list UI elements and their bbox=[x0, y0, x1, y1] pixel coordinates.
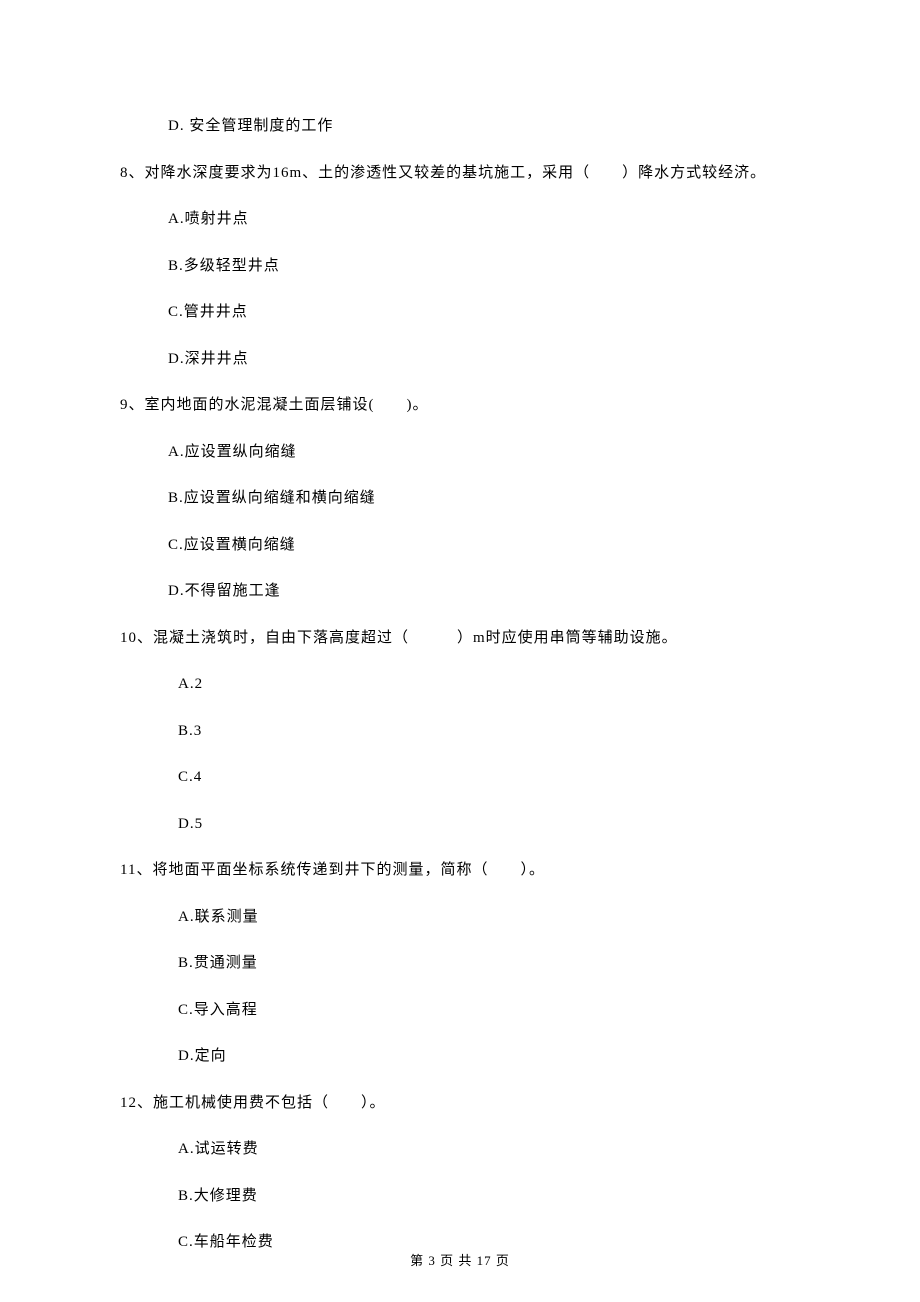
q9-option-c: C.应设置横向缩缝 bbox=[168, 534, 800, 557]
page-footer: 第 3 页 共 17 页 bbox=[0, 1251, 920, 1271]
q10-option-d: D.5 bbox=[178, 813, 800, 836]
q12-option-b: B.大修理费 bbox=[178, 1185, 800, 1208]
q10-option-c: C.4 bbox=[178, 766, 800, 789]
q11-option-c: C.导入高程 bbox=[178, 999, 800, 1022]
q10-question: 10、混凝土浇筑时，自由下落高度超过（ ）m时应使用串筒等辅助设施。 bbox=[120, 627, 800, 650]
q7-option-d: D. 安全管理制度的工作 bbox=[168, 115, 800, 138]
q11-option-d: D.定向 bbox=[178, 1045, 800, 1068]
q8-option-a: A.喷射井点 bbox=[168, 208, 800, 231]
q12-option-a: A.试运转费 bbox=[178, 1138, 800, 1161]
q8-option-d: D.深井井点 bbox=[168, 348, 800, 371]
q11-question: 11、将地面平面坐标系统传递到井下的测量，简称（ ）。 bbox=[120, 859, 800, 882]
q9-option-d: D.不得留施工逢 bbox=[168, 580, 800, 603]
q12-question: 12、施工机械使用费不包括（ ）。 bbox=[120, 1092, 800, 1115]
q11-option-a: A.联系测量 bbox=[178, 906, 800, 929]
q10-option-b: B.3 bbox=[178, 720, 800, 743]
q8-option-b: B.多级轻型井点 bbox=[168, 255, 800, 278]
q10-option-a: A.2 bbox=[178, 673, 800, 696]
q9-option-b: B.应设置纵向缩缝和横向缩缝 bbox=[168, 487, 800, 510]
q9-option-a: A.应设置纵向缩缝 bbox=[168, 441, 800, 464]
page-content: D. 安全管理制度的工作 8、对降水深度要求为16m、土的渗透性又较差的基坑施工… bbox=[0, 0, 920, 1254]
q11-option-b: B.贯通测量 bbox=[178, 952, 800, 975]
q8-question: 8、对降水深度要求为16m、土的渗透性又较差的基坑施工，采用（ ）降水方式较经济… bbox=[120, 162, 800, 185]
q8-option-c: C.管井井点 bbox=[168, 301, 800, 324]
q9-question: 9、室内地面的水泥混凝土面层铺设( )。 bbox=[120, 394, 800, 417]
